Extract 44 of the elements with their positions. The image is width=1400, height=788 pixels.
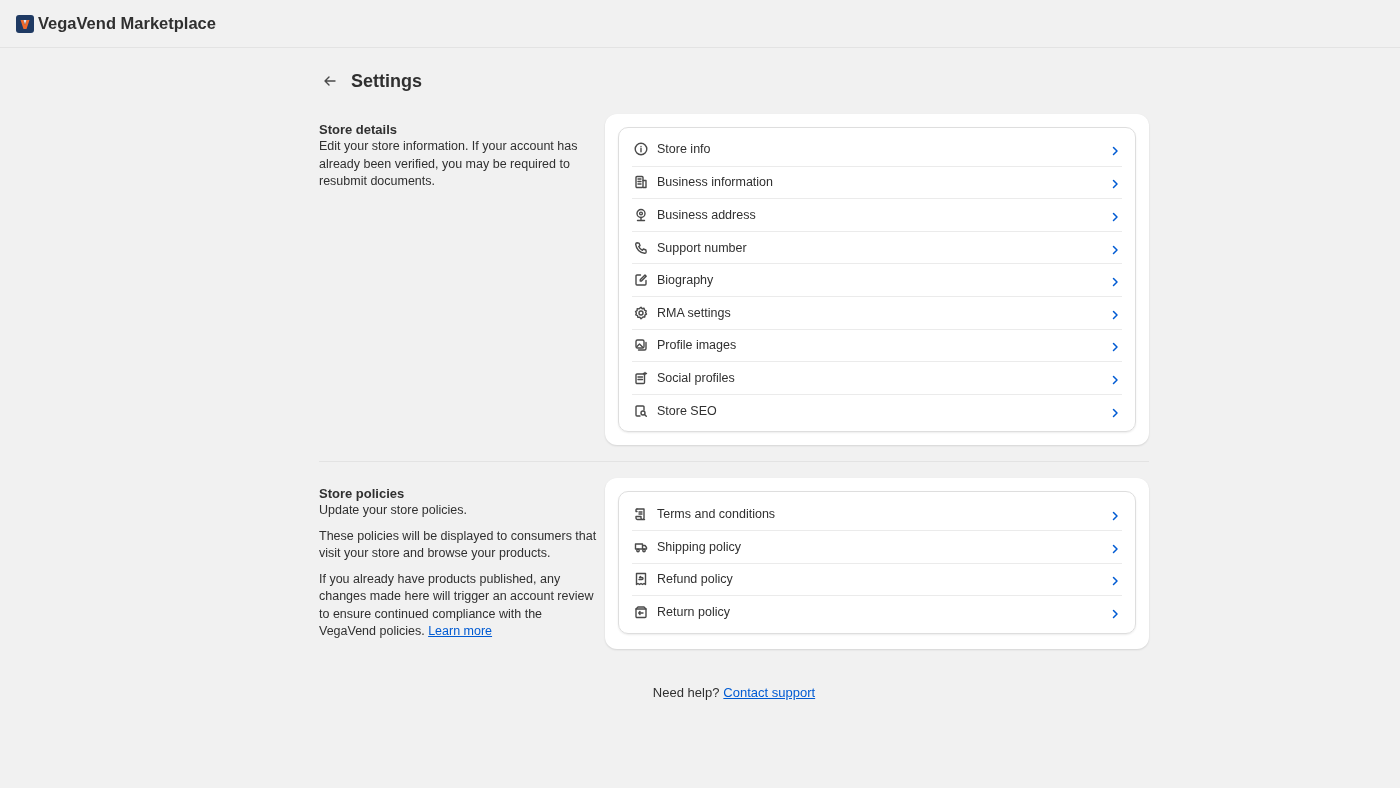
phone-icon <box>634 240 648 255</box>
settings-row[interactable]: Social profiles <box>632 361 1122 394</box>
location-pin-icon <box>634 208 648 222</box>
settings-row[interactable]: Store info <box>632 133 1122 166</box>
section-title: Store policies <box>319 486 406 502</box>
section-description: Update your store policies. <box>319 502 468 520</box>
settings-row[interactable]: Biography <box>632 263 1122 296</box>
return-box-icon <box>634 604 648 619</box>
settings-row[interactable]: Refund policy <box>632 562 1122 596</box>
section-description: Edit your store information. If your account has already been verified, you may be required to resubmit documents. <box>319 138 579 190</box>
edit-icon <box>634 273 648 288</box>
gear-icon <box>634 305 648 320</box>
app-title: VegaVend Marketplace <box>38 14 216 33</box>
left-arrow-icon <box>323 74 337 88</box>
settings-row[interactable]: Shipping policy <box>632 529 1122 563</box>
settings-row[interactable]: Terms and conditions <box>632 497 1122 530</box>
image-icon <box>634 338 648 353</box>
scroll-icon <box>634 506 648 521</box>
settings-row[interactable]: Support number <box>632 230 1122 264</box>
chevron-right-icon <box>1110 340 1120 351</box>
settings-row[interactable]: Business address <box>632 198 1122 231</box>
building-icon <box>634 175 648 190</box>
section-description: If you already have products published, any changes made here will trigger an account review to ensure continued compliance with the VegaVend policies. Learn more <box>319 570 595 641</box>
section-description: These policies will be displayed to consumers that visit your store and browse your products. <box>319 527 598 563</box>
help-text: Need help? <box>652 684 720 700</box>
chevron-right-icon <box>1110 275 1120 286</box>
chevron-right-icon <box>1110 574 1120 585</box>
settings-row[interactable]: Business information <box>632 165 1122 199</box>
learn-more-link[interactable]: Learn more <box>428 624 493 639</box>
chevron-right-icon <box>1110 144 1120 155</box>
search-document-icon <box>634 403 648 418</box>
settings-row[interactable]: RMA settings <box>632 295 1122 329</box>
contact-support-link[interactable]: Contact support <box>723 684 816 700</box>
page-title: Settings <box>351 70 422 92</box>
chevron-right-icon <box>1110 210 1120 220</box>
logo-icon <box>16 14 34 33</box>
settings-row[interactable]: Profile images <box>632 328 1122 362</box>
info-icon <box>634 142 648 157</box>
section-title: Store details <box>319 122 399 137</box>
settings-row[interactable]: Store SEO <box>632 393 1122 427</box>
chevron-right-icon <box>1110 177 1120 188</box>
profile-card-icon <box>634 370 648 385</box>
receipt-icon <box>634 572 648 587</box>
settings-row[interactable]: Return policy <box>632 595 1122 628</box>
